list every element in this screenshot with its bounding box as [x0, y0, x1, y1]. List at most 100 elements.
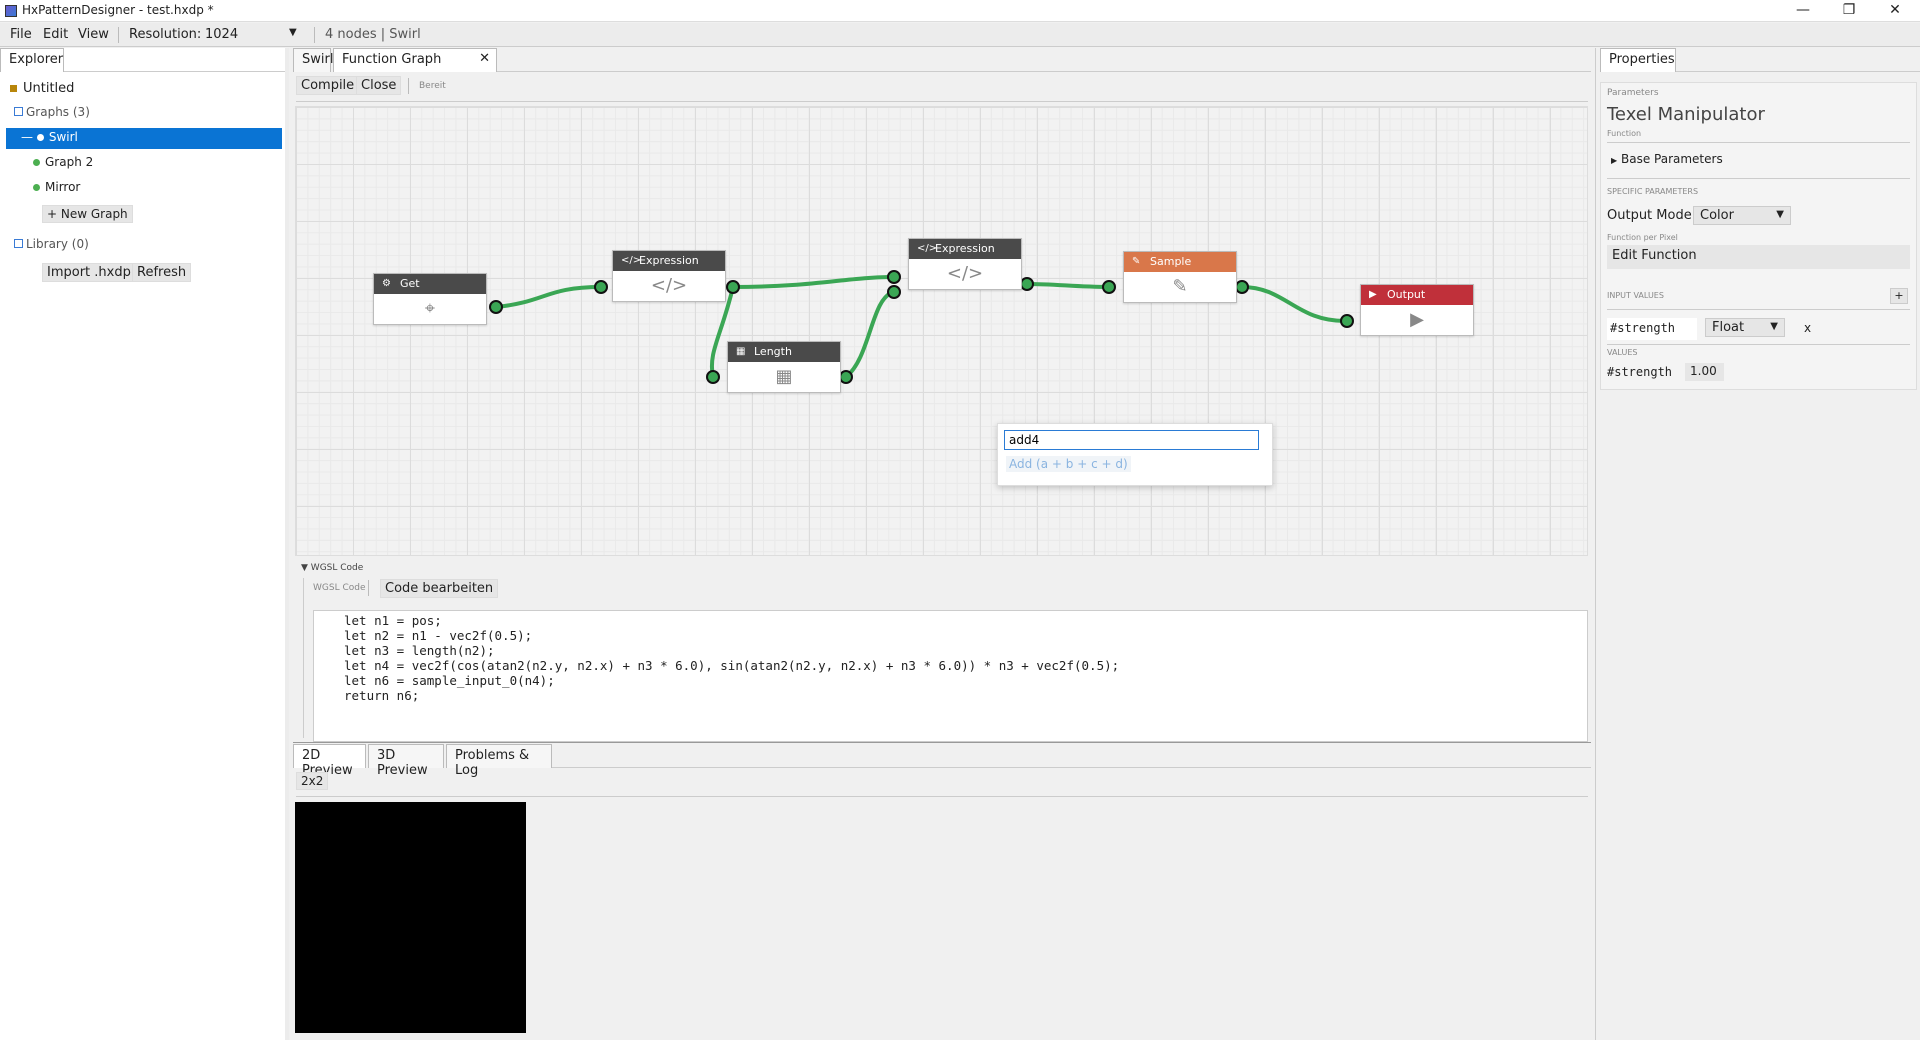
output-mode-label: Output Mode: — [1607, 208, 1697, 223]
wire — [1026, 282, 1110, 289]
suggestion-item[interactable]: Add (a + b + c + d) — [1006, 456, 1131, 472]
values-label: VALUES — [1607, 348, 1638, 357]
tab-swirl[interactable]: Swirl — [293, 48, 333, 72]
tree-library[interactable]: Library (0) — [14, 237, 89, 251]
node-title: Length — [754, 345, 792, 358]
edit-function-button[interactable]: Edit Function — [1607, 245, 1910, 269]
close-tab-icon[interactable]: ✕ — [479, 51, 490, 66]
port-in-length[interactable] — [706, 370, 720, 384]
crosshair-icon: ⌖ — [424, 298, 436, 319]
tab-properties[interactable]: Properties — [1600, 48, 1676, 72]
preview-canvas[interactable] — [295, 802, 526, 1033]
resolution-select[interactable]: 1024 ▼ — [205, 27, 301, 42]
play-icon: ▶ — [1410, 309, 1424, 330]
port-out-length[interactable] — [839, 370, 853, 384]
chevron-down-icon: ▼ — [1776, 209, 1784, 220]
node-header: ▶ Output — [1361, 285, 1473, 305]
port-out-get[interactable] — [489, 300, 503, 314]
tree-item-graph2[interactable]: Graph 2 — [33, 155, 93, 169]
library-label: Library (0) — [26, 237, 89, 251]
node-length[interactable]: ▦ Length ▦ — [727, 341, 841, 393]
output-mode-select[interactable]: Color ▼ — [1693, 206, 1791, 225]
base-parameters-toggle[interactable]: ▶ Base Parameters — [1611, 152, 1723, 166]
close-window-button[interactable]: ✕ — [1872, 0, 1918, 22]
node-type-title: Texel Manipulator — [1607, 104, 1765, 125]
node-output[interactable]: ▶ Output ▶ — [1360, 284, 1474, 336]
expand-triangle-icon: ▶ — [1611, 156, 1618, 165]
code-icon: </> — [650, 275, 688, 296]
wire — [844, 290, 895, 379]
remove-input-button[interactable]: x — [1804, 321, 1811, 335]
wgsl-section-toggle[interactable]: ▼ WGSL Code — [301, 563, 363, 573]
node-expression-1[interactable]: </> Expression </> — [612, 250, 726, 302]
node-header: </> Expression — [613, 251, 725, 271]
code-icon: </> — [917, 243, 938, 254]
menu-bar: File Edit View Resolution: 1024 ▼ 4 nodes… — [0, 23, 1920, 47]
input-values-label: INPUT VALUES — [1607, 291, 1664, 300]
node-title: Get — [400, 277, 420, 290]
root-label: Untitled — [23, 81, 75, 96]
code-line: let n4 = vec2f(cos(atan2(n2.y, n2.x) + n… — [344, 658, 1120, 673]
menu-view[interactable]: View — [78, 27, 109, 42]
collapse-triangle-icon: ▼ — [301, 563, 308, 573]
chevron-down-icon: ▼ — [289, 27, 297, 38]
code-icon: </> — [621, 255, 642, 266]
value-name-label: #strength — [1607, 365, 1673, 379]
tree-item-mirror[interactable]: Mirror — [33, 180, 80, 194]
port-out-expr1[interactable] — [726, 280, 740, 294]
port-in-expr2-a[interactable] — [887, 270, 901, 284]
collapse-icon — [14, 107, 23, 116]
wire — [732, 275, 895, 289]
node-get[interactable]: ⚙ Get ⌖ — [373, 273, 487, 325]
resolution-label: Resolution: — [129, 27, 202, 42]
code-editor[interactable]: let n1 = pos; let n2 = n1 - vec2f(0.5); le… — [313, 610, 1588, 742]
port-out-sample[interactable] — [1235, 280, 1249, 294]
tab-explorer[interactable]: Explorer — [0, 48, 64, 72]
editor-status: Bereit — [419, 81, 446, 91]
function-per-pixel-label: Function per Pixel — [1607, 233, 1678, 242]
properties-panel: Properties Parameters Texel Manipulator … — [1595, 48, 1920, 1040]
node-header: ⚙ Get — [374, 274, 486, 294]
node-expression-2[interactable]: </> Expression </> — [908, 238, 1022, 290]
wire — [1241, 285, 1348, 324]
window-title: HxPatternDesigner - test.hxdp * — [22, 3, 214, 17]
node-title: Expression — [639, 254, 699, 267]
new-graph-button[interactable]: + New Graph — [42, 205, 133, 223]
graphs-label: Graphs (3) — [26, 105, 90, 119]
tab-3d-preview[interactable]: 3D Preview — [368, 744, 444, 778]
status-text: 4 nodes | Swirl — [325, 27, 421, 42]
port-in-expr2-b[interactable] — [887, 285, 901, 299]
port-out-expr2[interactable] — [1020, 277, 1034, 291]
input-type-value: Float — [1712, 320, 1745, 335]
menu-file[interactable]: File — [10, 27, 32, 42]
tab-2d-preview[interactable]: 2D Preview — [293, 744, 366, 778]
value-field[interactable]: 1.00 — [1685, 363, 1724, 381]
node-search-input[interactable] — [1004, 430, 1259, 450]
code-icon: </> — [946, 263, 984, 284]
input-type-select[interactable]: Float ▼ — [1705, 318, 1785, 337]
tree-graphs[interactable]: Graphs (3) — [14, 105, 90, 119]
minimize-button[interactable]: — — [1780, 0, 1826, 22]
maximize-button[interactable]: ❐ — [1826, 0, 1872, 22]
node-sample[interactable]: ✎ Sample ✎ — [1123, 251, 1237, 303]
port-in-expr1[interactable] — [594, 280, 608, 294]
import-button[interactable]: Import .hxdp — [42, 263, 136, 282]
tree-root[interactable]: Untitled — [10, 81, 74, 96]
parameters-card: Parameters Texel Manipulator Function ▶ … — [1600, 82, 1917, 390]
preview-size-button[interactable]: 2x2 — [296, 772, 329, 790]
menu-separator — [314, 27, 315, 43]
tree-item-swirl[interactable]: — Swirl — [21, 130, 78, 144]
close-button[interactable]: Close — [356, 76, 402, 95]
compile-button[interactable]: Compile — [296, 76, 360, 95]
tab-problems-log[interactable]: Problems & Log — [446, 744, 552, 778]
tab-function-graph[interactable]: Function Graph ✕ — [333, 48, 497, 72]
graph-canvas[interactable]: ⚙ Get ⌖ </> Expression </> ▦ Length ▦ </> Ex… — [295, 106, 1588, 556]
refresh-button[interactable]: Refresh — [132, 263, 192, 282]
edit-code-button[interactable]: Code bearbeiten — [380, 579, 499, 598]
graph-dot-icon — [33, 184, 40, 191]
add-input-button[interactable]: + — [1890, 288, 1908, 304]
menu-edit[interactable]: Edit — [43, 27, 68, 42]
port-in-sample[interactable] — [1102, 280, 1116, 294]
port-in-output[interactable] — [1340, 314, 1354, 328]
input-name-field[interactable]: #strength — [1607, 318, 1697, 340]
